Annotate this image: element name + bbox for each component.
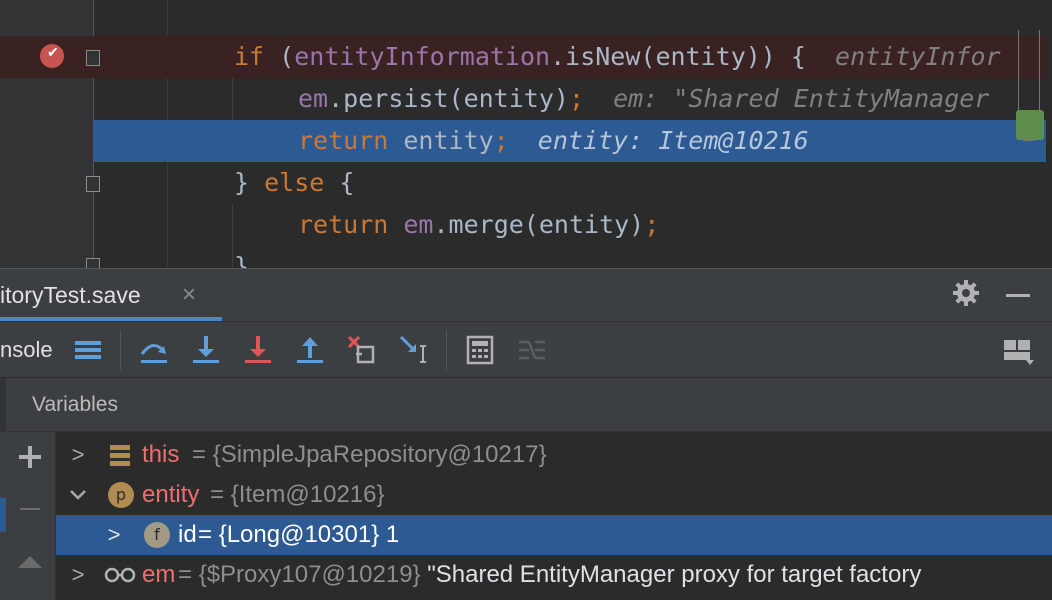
inline-value-hint: entity: Item@10216 bbox=[537, 126, 809, 155]
variables-title: Variables bbox=[32, 393, 118, 416]
move-up-icon[interactable] bbox=[18, 556, 42, 568]
field-ref: entityInformation bbox=[294, 42, 551, 71]
console-tab-label: nsole bbox=[0, 337, 53, 362]
inline-value-hint: entityInfor bbox=[835, 42, 1001, 71]
keyword: if bbox=[234, 42, 265, 71]
force-step-into-icon[interactable] bbox=[242, 334, 274, 366]
code-text: .isNew(entity)) { bbox=[550, 42, 806, 71]
field-icon: f bbox=[144, 522, 170, 548]
semicolon: ; bbox=[493, 126, 509, 155]
step-into-icon[interactable] bbox=[190, 334, 222, 366]
semicolon: ; bbox=[568, 84, 584, 113]
console-tab[interactable]: nsole bbox=[0, 322, 53, 378]
variable-name: em bbox=[142, 561, 176, 588]
code-editor[interactable]: if (entityInformation.isNew(entity)) { e… bbox=[0, 0, 1052, 268]
variable-row-this[interactable]: > this = {SimpleJpaRepository@10217} bbox=[56, 435, 1052, 475]
variable-name: this bbox=[142, 441, 180, 468]
variable-row-id[interactable]: > f id = {Long@10301} 1 bbox=[56, 515, 1052, 555]
code-line[interactable]: return em.merge(entity); bbox=[0, 204, 1046, 246]
code-text: entity bbox=[388, 126, 494, 155]
add-watch-icon[interactable] bbox=[17, 444, 43, 470]
chevron-right-icon[interactable]: > bbox=[104, 515, 124, 555]
debug-tool-window-header: itoryTest.save × bbox=[0, 268, 1052, 322]
chevron-right-icon[interactable]: > bbox=[68, 555, 88, 595]
variable-value: {$Proxy107@10219} bbox=[198, 561, 421, 588]
code-text: .persist(entity) bbox=[328, 84, 569, 113]
gear-icon[interactable] bbox=[952, 279, 980, 307]
tab-label: itoryTest.save bbox=[0, 282, 141, 308]
remove-watch-icon[interactable] bbox=[20, 508, 40, 510]
variable-row-em[interactable]: > em = {$Proxy107@10219} "Shared EntityM… bbox=[56, 555, 1052, 595]
fold-marker-icon[interactable] bbox=[86, 176, 100, 192]
variable-value: {Long@10301} 1 bbox=[218, 521, 400, 548]
code-line[interactable]: return entity; entity: Item@10216 bbox=[0, 120, 1046, 162]
code-text: ( bbox=[264, 42, 295, 71]
keyword: return bbox=[298, 126, 389, 155]
active-tab-indicator bbox=[0, 317, 222, 321]
code-line[interactable]: if (entityInformation.isNew(entity)) { e… bbox=[0, 36, 1046, 78]
code-text: { bbox=[324, 168, 355, 197]
variables-tree[interactable]: > this = {SimpleJpaRepository@10217} p e… bbox=[0, 432, 1052, 600]
semicolon: ; bbox=[644, 210, 660, 239]
run-to-cursor-icon[interactable] bbox=[398, 334, 430, 366]
variable-value: {SimpleJpaRepository@10217} bbox=[212, 441, 547, 468]
variable-string-value: "Shared EntityManager proxy for target f… bbox=[420, 561, 922, 588]
code-text: } bbox=[234, 168, 265, 197]
chevron-right-icon[interactable]: > bbox=[68, 435, 88, 475]
step-out-icon[interactable] bbox=[294, 334, 326, 366]
fold-marker-icon[interactable] bbox=[86, 258, 100, 268]
toolbar-separator bbox=[120, 330, 121, 370]
equals-sign: = bbox=[178, 561, 199, 588]
variable-name: entity bbox=[142, 481, 200, 508]
keyword: else bbox=[264, 168, 325, 197]
keyword: return bbox=[298, 210, 389, 239]
chevron-down-icon[interactable] bbox=[68, 475, 88, 515]
inline-value-hint: em: "Shared EntityManager bbox=[613, 84, 990, 113]
parameter-icon: p bbox=[108, 482, 134, 508]
close-icon[interactable]: × bbox=[182, 281, 196, 309]
evaluate-icon[interactable] bbox=[464, 334, 496, 366]
code-line[interactable]: } else { bbox=[0, 162, 1046, 204]
fold-marker-icon[interactable] bbox=[86, 50, 100, 66]
panel-edge bbox=[0, 378, 6, 432]
trace-icon[interactable] bbox=[516, 334, 548, 366]
drop-frame-icon[interactable] bbox=[346, 334, 378, 366]
variable-row-entity[interactable]: p entity = {Item@10216} bbox=[56, 475, 1052, 515]
equals-sign: = bbox=[210, 481, 231, 508]
field-ref: em bbox=[403, 210, 434, 239]
step-over-icon[interactable] bbox=[138, 334, 170, 366]
variables-side-toolbar bbox=[0, 432, 56, 600]
code-text: } bbox=[234, 252, 250, 268]
equals-sign: = bbox=[192, 441, 213, 468]
debug-session-tab[interactable]: itoryTest.save bbox=[0, 269, 141, 322]
frames-selection-edge bbox=[0, 498, 6, 532]
list-icon[interactable] bbox=[72, 334, 104, 366]
watch-glasses-icon bbox=[104, 567, 136, 583]
code-text: .merge(entity) bbox=[433, 210, 645, 239]
scroll-marker bbox=[1016, 110, 1044, 140]
field-ref: em bbox=[298, 84, 329, 113]
code-line[interactable]: em.persist(entity); em: "Shared EntityMa… bbox=[0, 78, 1046, 120]
object-icon bbox=[110, 445, 130, 466]
toolbar-separator bbox=[446, 330, 447, 370]
breakpoint-verified-icon: ✔ bbox=[47, 44, 59, 60]
minimize-icon[interactable] bbox=[1006, 294, 1030, 297]
variables-header: Variables bbox=[0, 378, 1052, 432]
variable-value: {Item@10216} bbox=[230, 481, 385, 508]
code-line[interactable]: } bbox=[0, 246, 1046, 268]
equals-sign: = bbox=[198, 521, 219, 548]
layout-icon[interactable] bbox=[1002, 334, 1036, 366]
variable-name: id bbox=[178, 521, 197, 548]
debugger-toolbar: nsole bbox=[0, 322, 1052, 378]
